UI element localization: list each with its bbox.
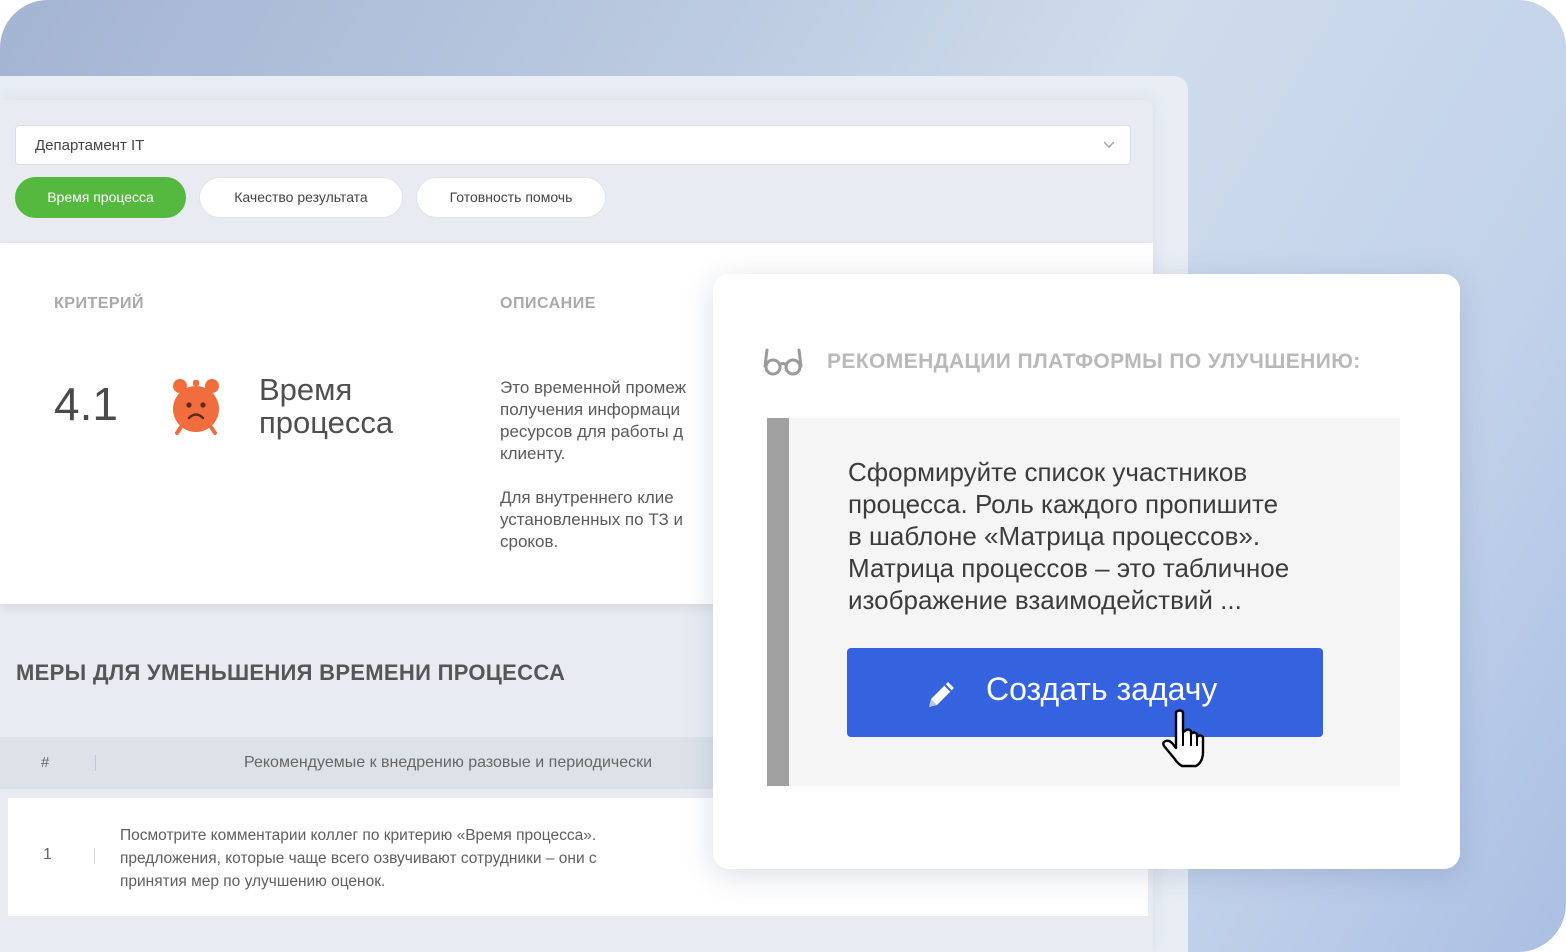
- recommendation-card: РЕКОМЕНДАЦИИ ПЛАТФОРМЫ ПО УЛУЧШЕНИЮ: Сфо…: [713, 274, 1460, 869]
- recommendation-box: Сформируйте список участников процесса. …: [767, 418, 1400, 786]
- recommendation-line: в шаблоне «Матрица процессов».: [848, 521, 1261, 551]
- glasses-icon: [763, 348, 803, 376]
- tab-readiness-to-help[interactable]: Готовность помочь: [416, 177, 606, 218]
- row-text-line: Посмотрите комментарии коллег по критери…: [120, 827, 597, 844]
- header-num: #: [41, 754, 50, 771]
- department-select-value: Департамент IT: [35, 137, 145, 154]
- sad-alarm-clock-icon: [173, 379, 219, 435]
- row-text: Посмотрите комментарии коллег по критери…: [120, 824, 720, 893]
- description-line: установленных по ТЗ и: [500, 510, 683, 529]
- description-line: получения информаци: [500, 400, 680, 419]
- recommendation-line: Матрица процессов – это табличное: [848, 553, 1290, 583]
- row-text-line: предложения, которые чаще всего озвучива…: [120, 850, 597, 867]
- chevron-down-icon: [1104, 141, 1114, 148]
- recommendation-line: Сформируйте список участников: [848, 457, 1248, 487]
- description-line: Это временной промеж: [500, 378, 686, 397]
- create-task-button-label: Создать задачу: [986, 671, 1218, 707]
- criterion-name: Время процесса: [259, 373, 459, 439]
- description-line: Для внутреннего клие: [500, 488, 674, 507]
- row-num: 1: [43, 846, 52, 863]
- column-header-criterion: КРИТЕРИЙ: [54, 295, 145, 312]
- recommendation-text: Сформируйте список участников процесса. …: [848, 456, 1328, 616]
- pencil-icon: [929, 682, 954, 707]
- column-divider: [95, 755, 96, 771]
- criterion-score: 4.1: [54, 378, 118, 430]
- criterion-description: Это временной промеж получения информаци…: [500, 377, 715, 575]
- description-line: ресурсов для работы д: [500, 422, 684, 441]
- measures-title: МЕРЫ ДЛЯ УМЕНЬШЕНИЯ ВРЕМЕНИ ПРОЦЕССА: [16, 660, 566, 685]
- recommendation-line: изображение взаимодействий ...: [848, 585, 1242, 615]
- tab-process-time[interactable]: Время процесса: [15, 177, 186, 218]
- recommendation-title: РЕКОМЕНДАЦИИ ПЛАТФОРМЫ ПО УЛУЧШЕНИЮ:: [827, 350, 1361, 373]
- department-select[interactable]: Департамент IT: [15, 125, 1131, 165]
- column-divider: [94, 848, 95, 864]
- recommendation-line: процесса. Роль каждого пропишите: [848, 489, 1279, 519]
- header-text: Рекомендуемые к внедрению разовые и пери…: [244, 754, 653, 771]
- description-line: сроков.: [500, 532, 559, 551]
- description-line: клиенту.: [500, 444, 566, 463]
- accent-bar: [767, 418, 789, 786]
- tab-result-quality[interactable]: Качество результата: [199, 177, 403, 218]
- criterion-name-line2: процесса: [259, 405, 394, 440]
- row-text-line: принятия мер по улучшению оценок.: [120, 873, 386, 890]
- create-task-button[interactable]: Создать задачу: [847, 648, 1323, 737]
- criterion-name-line1: Время: [259, 372, 353, 407]
- hand-cursor-icon: [1162, 709, 1205, 768]
- column-header-description: ОПИСАНИЕ: [500, 295, 596, 312]
